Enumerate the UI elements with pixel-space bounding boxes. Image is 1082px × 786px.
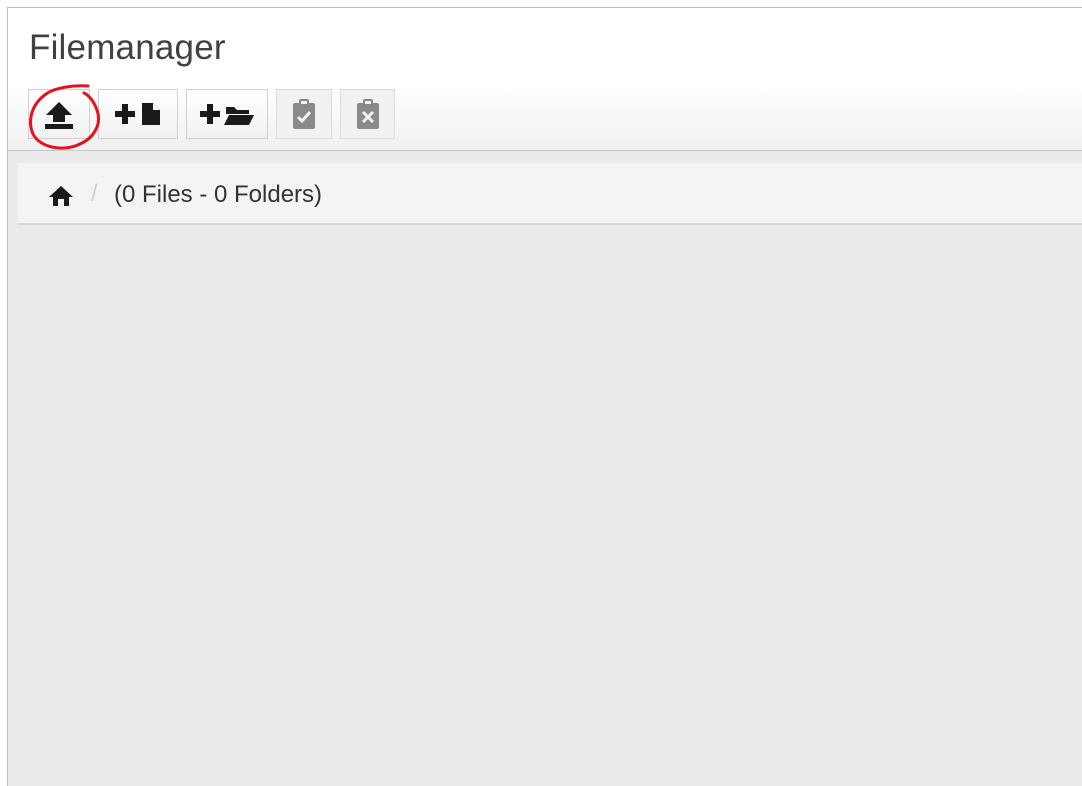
clear-clipboard-button[interactable] (340, 89, 395, 139)
file-list-area (18, 225, 1082, 786)
page-title: Filemanager (29, 28, 226, 67)
item-count: (0 Files - 0 Folders) (114, 181, 323, 208)
upload-button[interactable] (28, 89, 90, 139)
breadcrumb: / (0 Files - 0 Folders) (18, 163, 1082, 225)
clipboard-check-icon (291, 97, 317, 131)
home-icon[interactable] (48, 185, 74, 212)
breadcrumb-separator: / (91, 180, 98, 207)
add-folder-icon (197, 99, 257, 129)
upload-icon (42, 97, 76, 131)
paste-button[interactable] (276, 89, 332, 139)
clipboard-x-icon (355, 97, 381, 131)
new-file-button[interactable] (98, 89, 178, 139)
filemanager-window: Filemanager / (0 Files - 0 Folders) (7, 7, 1082, 786)
toolbar (28, 89, 395, 141)
new-folder-button[interactable] (186, 89, 268, 139)
header: Filemanager (8, 8, 1082, 151)
add-file-icon (112, 99, 164, 129)
